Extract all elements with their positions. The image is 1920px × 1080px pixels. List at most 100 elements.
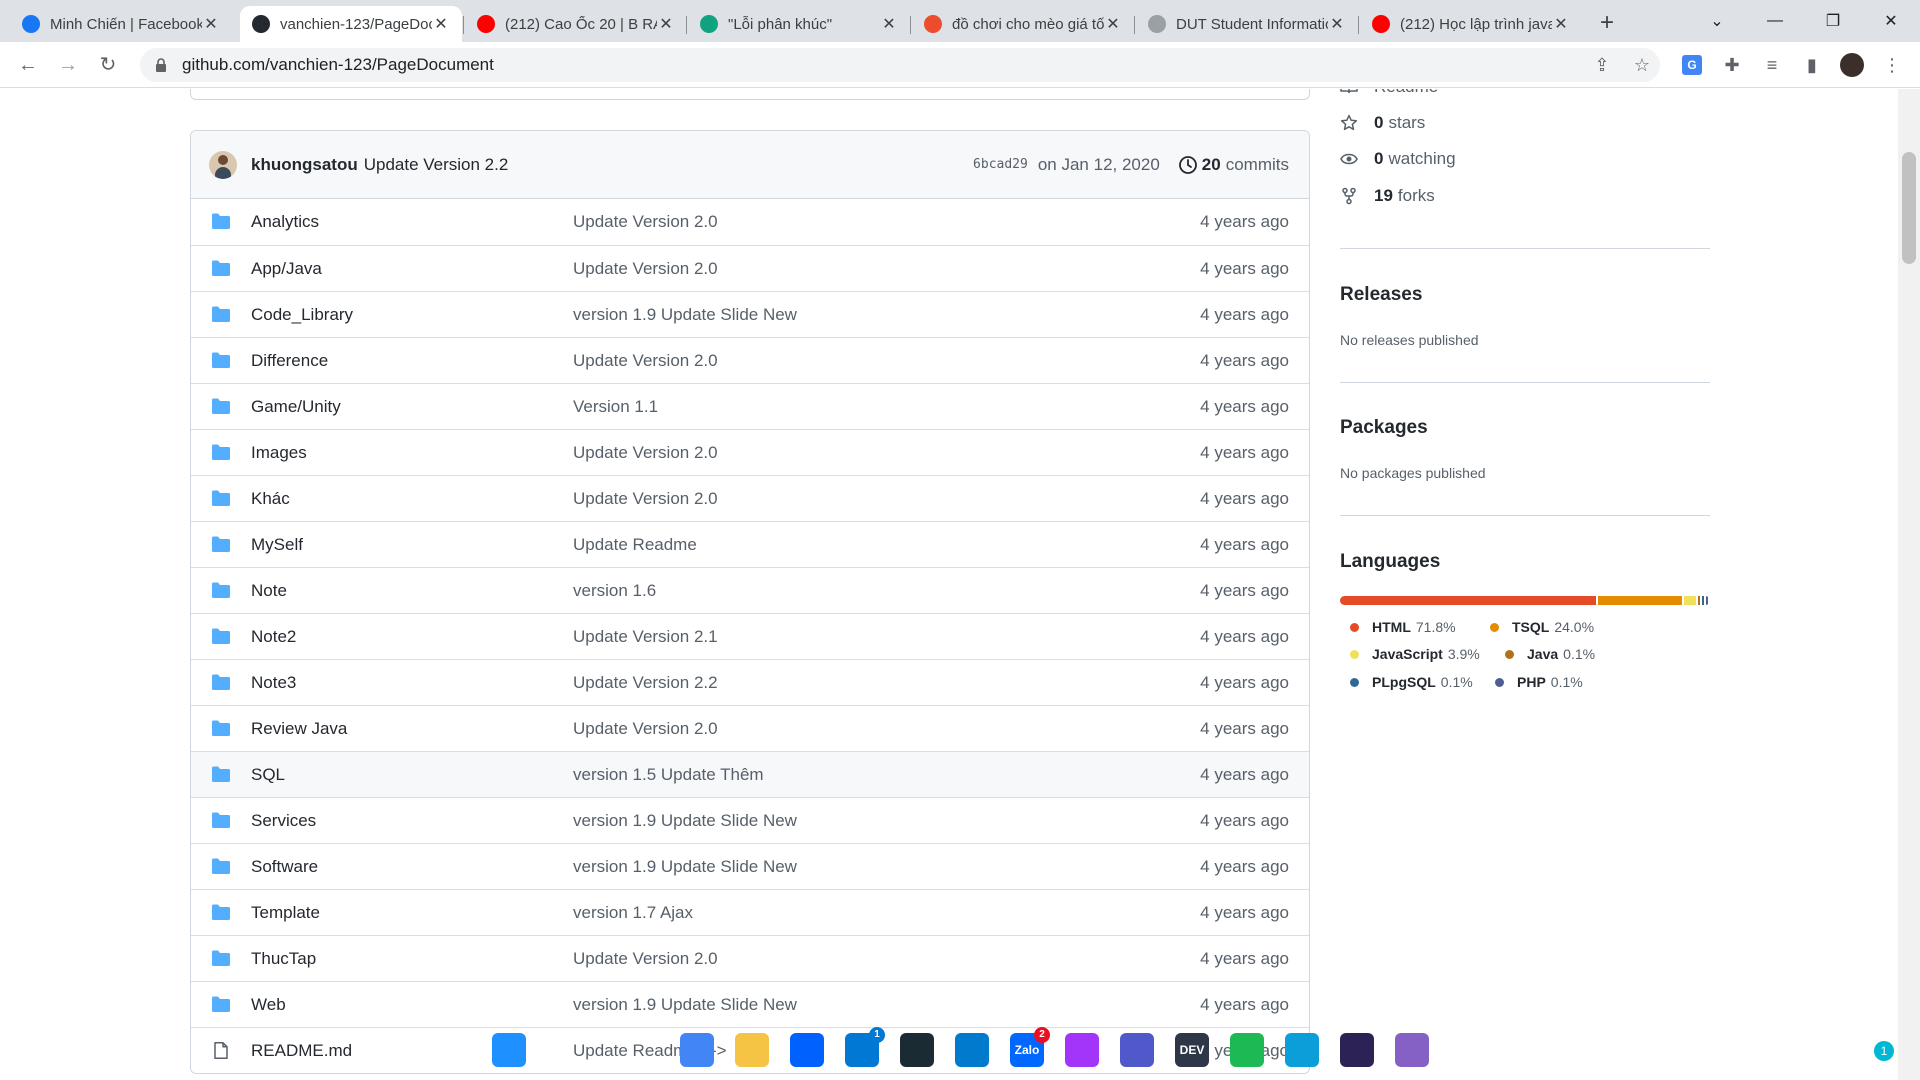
file-name-link[interactable]: Note (251, 581, 287, 601)
forks-link[interactable]: 19 forks (1340, 185, 1435, 207)
spotify-icon[interactable] (1230, 1033, 1264, 1067)
browser-tab[interactable]: vanchien-123/PageDocument✕ (240, 6, 462, 42)
commit-message-link[interactable]: Update Version 2.0 (573, 949, 718, 969)
teams-icon[interactable] (1120, 1033, 1154, 1067)
author-avatar[interactable] (209, 150, 237, 179)
file-row[interactable]: Images Update Version 2.0 4 years ago (191, 429, 1309, 475)
tab-close-icon[interactable]: ✕ (1552, 14, 1570, 34)
tab-close-icon[interactable]: ✕ (432, 14, 450, 34)
file-name-link[interactable]: README.md (251, 1041, 352, 1061)
commit-message-link[interactable]: version 1.5 Update Thêm (573, 765, 764, 785)
language-item[interactable]: TSQL 24.0% (1490, 619, 1594, 635)
media-control-icon[interactable]: ≡ (1760, 53, 1784, 77)
vscode-icon[interactable] (955, 1033, 989, 1067)
commit-count[interactable]: 20 (1202, 155, 1221, 175)
tab-close-icon[interactable]: ✕ (1328, 14, 1346, 34)
file-row[interactable]: Khác Update Version 2.0 4 years ago (191, 475, 1309, 521)
file-row[interactable]: Note2 Update Version 2.1 4 years ago (191, 613, 1309, 659)
scrollbar-thumb[interactable] (1902, 152, 1916, 264)
file-row[interactable]: MySelf Update Readme 4 years ago (191, 521, 1309, 567)
language-item[interactable]: HTML 71.8% (1350, 619, 1456, 635)
file-row[interactable]: ThucTap Update Version 2.0 4 years ago (191, 935, 1309, 981)
commit-message-link[interactable]: version 1.9 Update Slide New (573, 305, 797, 325)
file-name-link[interactable]: Difference (251, 351, 328, 371)
extensions-icon[interactable]: ✚ (1720, 53, 1744, 77)
commit-message-link[interactable]: Update Version 2.1 (573, 627, 718, 647)
file-name-link[interactable]: Review Java (251, 719, 347, 739)
minimize-icon[interactable]: — (1746, 12, 1804, 30)
file-row[interactable]: Review Java Update Version 2.0 4 years ago (191, 705, 1309, 751)
file-name-link[interactable]: Images (251, 443, 307, 463)
google-translate-icon[interactable]: G (1680, 53, 1704, 77)
reload-icon[interactable]: ↻ (94, 51, 122, 79)
commit-message-link[interactable]: version 1.6 (573, 581, 656, 601)
file-row[interactable]: Template version 1.7 Ajax 4 years ago (191, 889, 1309, 935)
file-row[interactable]: Services version 1.9 Update Slide New 4 ye… (191, 797, 1309, 843)
file-row[interactable]: App/Java Update Version 2.0 4 years ago (191, 245, 1309, 291)
windows-start-icon[interactable] (492, 1033, 526, 1067)
commit-message-link[interactable]: Update Version 2.0 (573, 351, 718, 371)
file-name-link[interactable]: Analytics (251, 212, 319, 232)
stars-link[interactable]: 0 stars (1340, 112, 1425, 134)
page-scrollbar[interactable] (1898, 89, 1920, 1080)
notification-badge[interactable]: 1 (1874, 1041, 1894, 1061)
dropbox-icon[interactable] (790, 1033, 824, 1067)
tab-search-icon[interactable]: ⌄ (1688, 11, 1746, 31)
bookmark-star-icon[interactable]: ☆ (1630, 53, 1654, 77)
commit-message-link[interactable]: Update Readme (573, 535, 697, 555)
side-panel-icon[interactable]: ▮ (1800, 53, 1824, 77)
commit-message-link[interactable]: version 1.9 Update Slide New (573, 811, 797, 831)
file-row[interactable]: Difference Update Version 2.0 4 years ago (191, 337, 1309, 383)
language-item[interactable]: PLpgSQL 0.1% (1350, 674, 1473, 690)
share-icon[interactable]: ⇪ (1590, 53, 1614, 77)
profile-avatar[interactable] (1840, 53, 1864, 77)
dev-icon[interactable]: DEV (1175, 1033, 1209, 1067)
tab-close-icon[interactable]: ✕ (657, 14, 675, 34)
file-name-link[interactable]: Note2 (251, 627, 296, 647)
browser-tab[interactable]: đồ chơi cho mèo giá tốt ✕ (912, 6, 1134, 42)
commit-message[interactable]: Update Version 2.2 (364, 155, 509, 175)
commit-author[interactable]: khuongsatou (251, 155, 358, 175)
commits-label[interactable]: commits (1226, 155, 1289, 175)
file-row[interactable]: SQL version 1.5 Update Thêm 4 years ago (191, 751, 1309, 797)
new-tab-button[interactable]: + (1600, 9, 1614, 37)
language-item[interactable]: Java 0.1% (1505, 646, 1595, 662)
sublime-icon[interactable] (900, 1033, 934, 1067)
browser-tab[interactable]: Minh Chiến | Facebook ✕ (10, 6, 232, 42)
browser-tab[interactable]: "Lỗi phân khúc" ✕ (688, 6, 910, 42)
commit-message-link[interactable]: Version 1.1 (573, 397, 658, 417)
file-row[interactable]: Note3 Update Version 2.2 4 years ago (191, 659, 1309, 705)
close-window-icon[interactable]: ✕ (1862, 11, 1920, 31)
chrome-icon[interactable] (680, 1033, 714, 1067)
mail-icon[interactable]: 1 (845, 1027, 885, 1067)
file-row[interactable]: Note version 1.6 4 years ago (191, 567, 1309, 613)
file-name-link[interactable]: Template (251, 903, 320, 923)
commit-message-link[interactable]: version 1.7 Ajax (573, 903, 693, 923)
commit-message-link[interactable]: Update Version 2.2 (573, 673, 718, 693)
file-name-link[interactable]: MySelf (251, 535, 303, 555)
restore-icon[interactable]: ❐ (1804, 11, 1862, 31)
file-name-link[interactable]: Game/Unity (251, 397, 341, 417)
commit-message-link[interactable]: Update Version 2.0 (573, 259, 718, 279)
file-row[interactable]: Web version 1.9 Update Slide New 4 years a… (191, 981, 1309, 1027)
file-row[interactable]: Software version 1.9 Update Slide New 4 ye… (191, 843, 1309, 889)
packages-heading[interactable]: Packages (1340, 417, 1428, 439)
commit-message-link[interactable]: version 1.9 Update Slide New (573, 857, 797, 877)
file-name-link[interactable]: ThucTap (251, 949, 316, 969)
browser-tab[interactable]: DUT Student Information ✕ (1136, 6, 1358, 42)
file-name-link[interactable]: Web (251, 995, 286, 1015)
edge-icon[interactable] (1285, 1033, 1319, 1067)
file-name-link[interactable]: Khác (251, 489, 290, 509)
file-row[interactable]: Analytics Update Version 2.0 4 years ago (191, 199, 1309, 245)
file-name-link[interactable]: Services (251, 811, 316, 831)
file-row[interactable]: Game/Unity Version 1.1 4 years ago (191, 383, 1309, 429)
tab-close-icon[interactable]: ✕ (880, 14, 898, 34)
tab-close-icon[interactable]: ✕ (202, 14, 220, 34)
back-icon[interactable]: ← (14, 51, 42, 79)
file-row[interactable]: Code_Library version 1.9 Update Slide New… (191, 291, 1309, 337)
file-explorer-icon[interactable] (735, 1033, 769, 1067)
messenger-icon[interactable] (1065, 1033, 1099, 1067)
watching-link[interactable]: 0 watching (1340, 148, 1456, 170)
commit-message-link[interactable]: Update Version 2.0 (573, 443, 718, 463)
eclipse-icon[interactable] (1340, 1033, 1374, 1067)
